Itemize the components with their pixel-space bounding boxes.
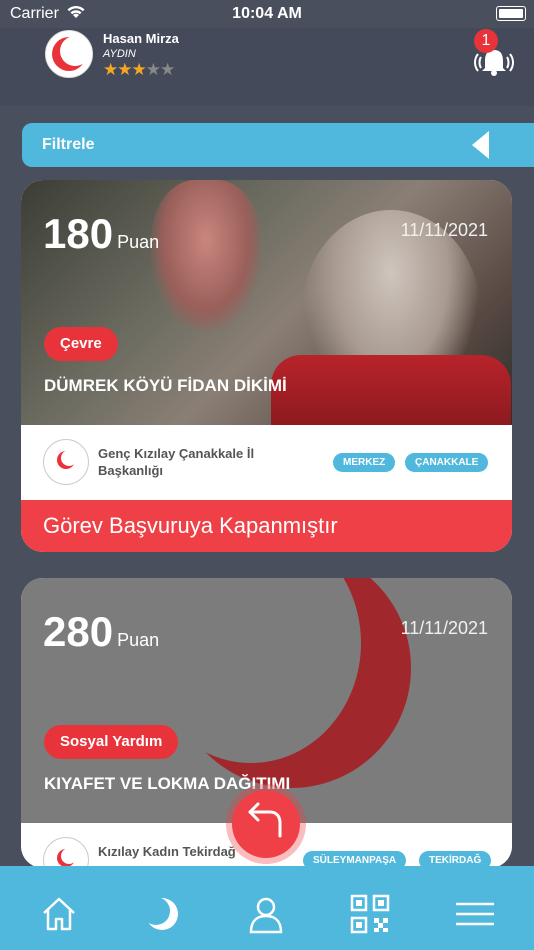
status-bar: Carrier 10:04 AM [0, 0, 534, 28]
user-name: Hasan Mirza [103, 31, 179, 46]
tab-menu[interactable] [455, 894, 495, 934]
photo-detail-vest [271, 355, 511, 425]
home-icon [43, 897, 75, 931]
status-time: 10:04 AM [232, 5, 302, 22]
task-title: DÜMREK KÖYÜ FİDAN DİKİMİ [44, 376, 287, 395]
qr-code-icon [350, 894, 390, 934]
photo-detail-child [151, 180, 261, 330]
star-empty-icon: ★ [160, 60, 175, 79]
organization-logo [43, 837, 89, 868]
bottom-tab-bar [0, 866, 534, 950]
organization-logo [43, 439, 89, 485]
filter-label: Filtrele [42, 136, 95, 153]
points-value: 180 [43, 210, 114, 257]
crescent-logo-icon [57, 848, 77, 867]
crescent-logo-icon [52, 36, 90, 71]
filter-toggle-arrow-icon[interactable] [472, 131, 489, 159]
category-tag: Sosyal Yardım [44, 725, 179, 759]
user-city: AYDIN [103, 48, 136, 60]
task-date: 11/11/2021 [400, 220, 488, 240]
star-empty-icon: ★ [145, 60, 161, 79]
menu-icon [456, 902, 494, 926]
points-unit: Puan [117, 232, 160, 252]
avatar[interactable] [45, 30, 93, 78]
organization-row: Genç Kızılay Çanakkale İl Başkanlığı MER… [21, 425, 512, 500]
tab-crescent[interactable] [142, 894, 182, 934]
task-date: 11/11/2021 [400, 618, 488, 638]
tab-home[interactable] [39, 894, 79, 934]
notification-badge: 1 [474, 29, 498, 53]
category-tag: Çevre [44, 327, 118, 361]
task-points: 180 Puan [43, 210, 159, 258]
location-chip[interactable]: ÇANAKKALE [405, 453, 489, 472]
star-filled-icon: ★ [117, 60, 132, 79]
return-arrow-icon [248, 802, 282, 838]
back-button[interactable] [232, 790, 300, 858]
profile-icon [249, 897, 283, 934]
tab-profile[interactable] [246, 894, 286, 934]
location-chip[interactable]: MERKEZ [333, 453, 396, 472]
points-value: 280 [43, 608, 114, 655]
crescent-icon [142, 897, 178, 930]
application-status-bar[interactable]: Görev Başvuruya Kapanmıştır [21, 500, 512, 552]
organization-name: Genç Kızılay Çanakkale İl Başkanlığı [98, 446, 255, 478]
task-card[interactable]: 180 Puan 11/11/2021 Çevre DÜMREK KÖYÜ FİD… [21, 180, 512, 552]
crescent-logo-icon [57, 450, 77, 469]
battery-icon [496, 6, 526, 21]
points-unit: Puan [117, 630, 160, 650]
filter-bar[interactable]: Filtrele [22, 123, 534, 167]
star-filled-icon: ★ [131, 60, 147, 79]
star-filled-icon: ★ [103, 60, 118, 79]
tab-qr-code[interactable] [350, 894, 390, 934]
task-points: 280 Puan [43, 608, 159, 656]
user-rating: ★★★★★ [103, 60, 175, 80]
